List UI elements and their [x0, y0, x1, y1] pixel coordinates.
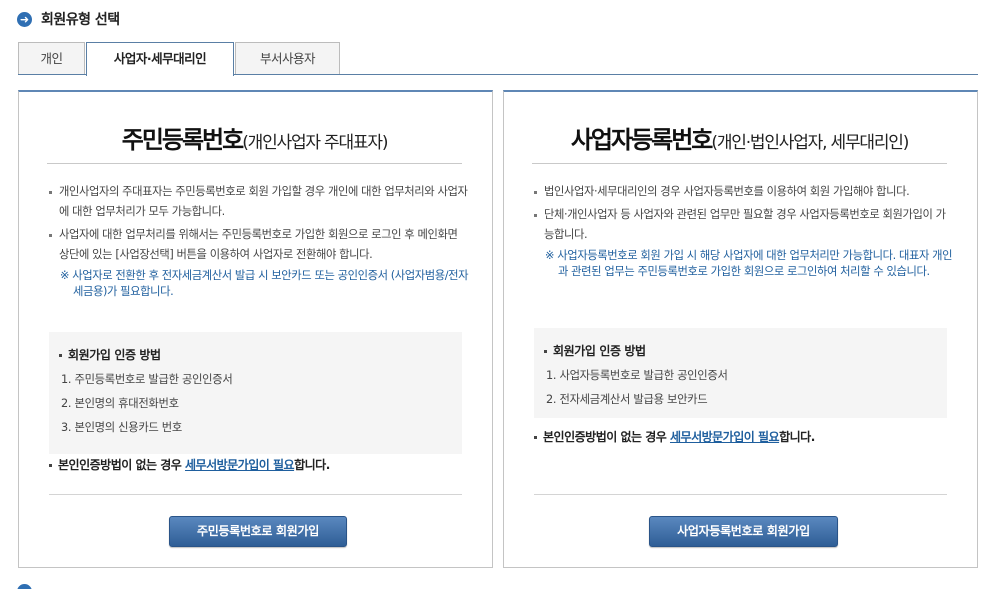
auth-method-item: 2. 본인명의 휴대전화번호	[61, 397, 179, 410]
tab-individual[interactable]: 개인	[18, 42, 85, 74]
no-auth-method-notice: 본인인증방법이 없는 경우 세무서방문가입이 필요합니다.	[49, 456, 472, 474]
join-with-business-number-button[interactable]: 사업자등록번호로 회원가입	[649, 516, 838, 547]
tab-business-tax-agent[interactable]: 사업자·세무대리인	[86, 42, 234, 76]
auth-method-item: 1. 사업자등록번호로 발급한 공인인증서	[546, 369, 728, 382]
panel-heading: 주민등록번호(개인사업자 주대표자)	[47, 120, 462, 164]
resident-number-panel: 주민등록번호(개인사업자 주대표자) 개인사업자의 주대표자는 주민등록번호로 …	[18, 90, 493, 568]
next-section-icon	[17, 584, 32, 589]
divider	[534, 494, 947, 495]
arrow-right-circle-icon: ➜	[17, 11, 32, 27]
tax-office-visit-link[interactable]: 세무서방문가입이 필요	[185, 458, 295, 472]
panel-heading: 사업자등록번호(개인·법인사업자, 세무대리인)	[532, 120, 947, 164]
panel-heading-sub: (개인·법인사업자, 세무대리인)	[711, 133, 909, 153]
no-auth-prefix: 본인인증방법이 없는 경우	[543, 430, 670, 444]
panel-heading-main: 주민등록번호	[121, 126, 244, 154]
join-with-resident-number-button[interactable]: 주민등록번호로 회원가입	[169, 516, 347, 547]
auth-method-title: 회원가입 인증 방법	[59, 344, 452, 366]
notice-text: ※ 사업자로 전환한 후 전자세금계산서 발급 시 보안카드 또는 공인인증서 …	[60, 269, 469, 298]
auth-method-item: 2. 전자세금계산서 발급용 보안카드	[546, 393, 708, 406]
description-item: 사업자에 대한 업무처리를 위해서는 주민등록번호로 가입한 회원으로 로그인 …	[49, 225, 470, 265]
notice-text: ※ 사업자등록번호로 회원 가입 시 해당 사업자에 대한 업무처리만 가능합니…	[545, 249, 953, 278]
member-type-tabs: 개인 사업자·세무대리인 부서사용자	[18, 42, 978, 76]
tax-office-visit-link[interactable]: 세무서방문가입이 필요	[670, 430, 780, 444]
description-item: 법인사업자·세무대리인의 경우 사업자등록번호를 이용하여 회원 가입해야 합니…	[534, 182, 955, 202]
description-item: 개인사업자의 주대표자는 주민등록번호로 회원 가입할 경우 개인에 대한 업무…	[49, 182, 470, 222]
business-number-panel: 사업자등록번호(개인·법인사업자, 세무대리인) 법인사업자·세무대리인의 경우…	[503, 90, 978, 568]
panel-description: 법인사업자·세무대리인의 경우 사업자등록번호를 이용하여 회원 가입해야 합니…	[534, 182, 955, 280]
divider	[49, 494, 462, 495]
auth-method-item: 3. 본인명의 신용카드 번호	[61, 421, 182, 434]
description-item: 단체·개인사업자 등 사업자와 관련된 업무만 필요할 경우 사업자등록번호로 …	[534, 205, 955, 245]
section-title: 회원유형 선택	[41, 12, 120, 28]
auth-method-box: 회원가입 인증 방법 1. 주민등록번호로 발급한 공인인증서 2. 본인명의 …	[49, 332, 462, 454]
panel-heading-main: 사업자등록번호	[570, 126, 714, 154]
auth-method-title: 회원가입 인증 방법	[544, 340, 937, 362]
no-auth-suffix: 합니다.	[779, 430, 815, 444]
no-auth-method-notice: 본인인증방법이 없는 경우 세무서방문가입이 필요합니다.	[534, 428, 957, 446]
auth-method-box: 회원가입 인증 방법 1. 사업자등록번호로 발급한 공인인증서 2. 전자세금…	[534, 328, 947, 418]
no-auth-suffix: 합니다.	[294, 458, 330, 472]
section-header: ➜ 회원유형 선택	[17, 9, 120, 29]
panel-heading-sub: (개인사업자 주대표자)	[242, 133, 388, 153]
auth-method-item: 1. 주민등록번호로 발급한 공인인증서	[61, 373, 233, 386]
no-auth-prefix: 본인인증방법이 없는 경우	[58, 458, 185, 472]
panel-description: 개인사업자의 주대표자는 주민등록번호로 회원 가입할 경우 개인에 대한 업무…	[49, 182, 470, 300]
tab-department-user[interactable]: 부서사용자	[235, 42, 340, 74]
